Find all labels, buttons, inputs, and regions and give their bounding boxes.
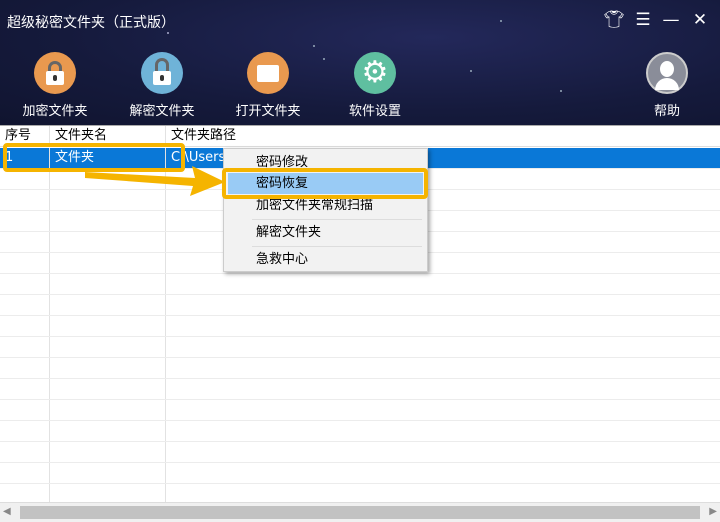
menu-icon[interactable]: ☰ [632,10,654,30]
unlock-icon [141,52,183,94]
empty-table-row [0,274,720,295]
empty-table-row [0,379,720,400]
empty-table-row [0,442,720,463]
decrypt-folder-button[interactable]: 解密文件夹 [112,52,212,119]
close-icon[interactable]: ✕ [689,10,711,30]
decrypt-folder-label: 解密文件夹 [129,104,195,119]
empty-table-row [0,421,720,442]
highlight-box-menu [222,168,428,199]
scroll-left-icon[interactable]: ◀ [3,506,11,517]
lock-icon [34,52,76,94]
empty-table-row [0,337,720,358]
menu-separator [252,219,422,220]
menu-separator [252,246,422,247]
scroll-right-icon[interactable]: ▶ [709,506,717,517]
horizontal-scrollbar[interactable]: ◀ ▶ [0,502,720,522]
menu-item-rescue-center[interactable]: 急救中心 [228,249,423,270]
menu-item-decrypt[interactable]: 解密文件夹 [228,222,423,243]
help-button[interactable]: 帮助 [617,52,717,119]
header: 超级秘密文件夹（正式版） 👕︎ ☰ — ✕ 加密文件夹 解密文件夹 打开文件夹 … [0,0,720,125]
encrypt-folder-label: 加密文件夹 [22,104,88,119]
gear-icon: ⚙ [354,52,396,94]
empty-table-row [0,400,720,421]
arrow-icon [85,166,225,196]
help-label: 帮助 [653,104,680,119]
open-folder-label: 打开文件夹 [235,104,301,119]
settings-label: 软件设置 [348,104,401,119]
scrollbar-thumb[interactable] [20,506,700,519]
col-path[interactable]: 文件夹路径 [166,126,720,146]
user-avatar-icon [646,52,688,94]
folder-icon [247,52,289,94]
empty-table-row [0,463,720,484]
skin-shirt-icon[interactable]: 👕︎ [603,10,625,30]
minimize-icon[interactable]: — [660,10,682,30]
empty-table-row [0,316,720,337]
open-folder-button[interactable]: 打开文件夹 [218,52,318,119]
empty-table-row [0,358,720,379]
context-menu: 密码修改 密码恢复 加密文件夹常规扫描 解密文件夹 急救中心 [223,148,428,272]
encrypt-folder-button[interactable]: 加密文件夹 [5,52,105,119]
settings-button[interactable]: ⚙ 软件设置 [325,52,425,119]
window-title: 超级秘密文件夹（正式版） [7,15,175,31]
empty-table-row [0,295,720,316]
